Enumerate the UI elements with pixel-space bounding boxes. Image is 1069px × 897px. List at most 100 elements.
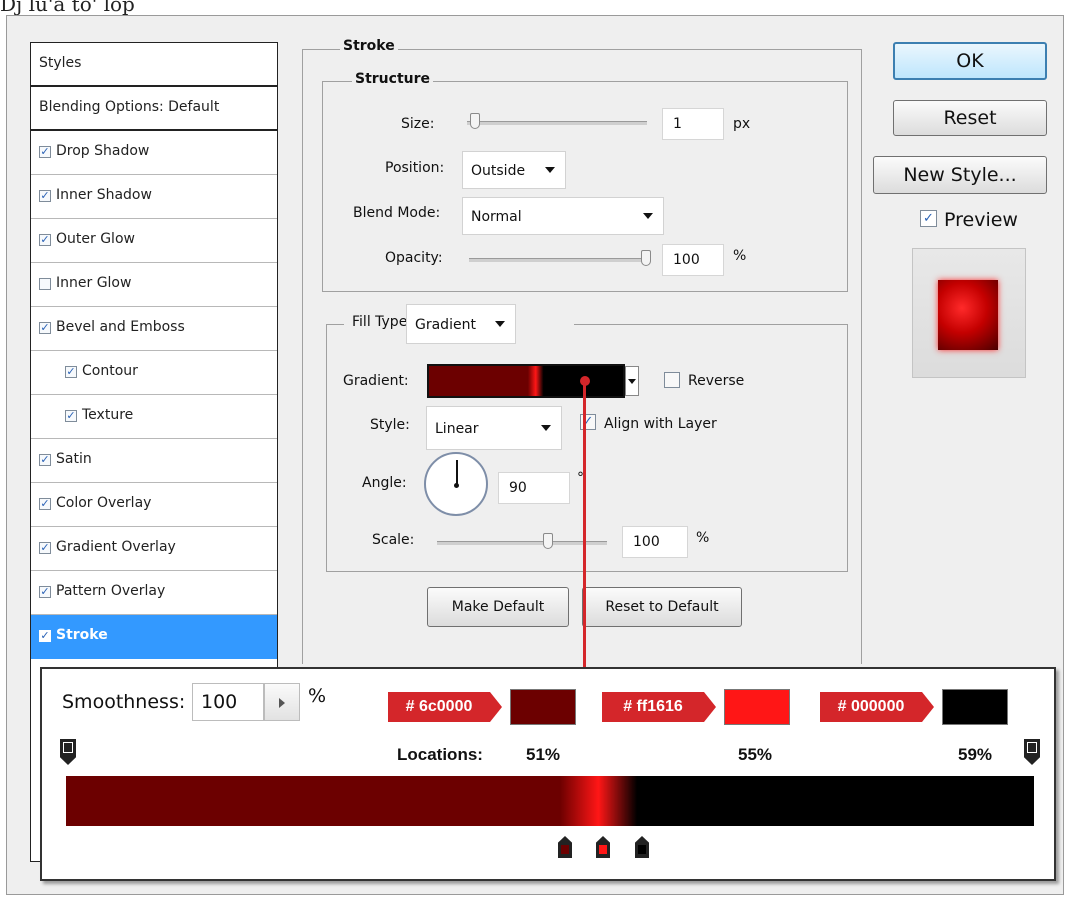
- preview-checkbox[interactable]: ✓: [920, 210, 937, 227]
- preview-label: Preview: [944, 209, 1018, 231]
- blending-options-item[interactable]: Blending Options: Default: [31, 87, 277, 131]
- style-item-label: Contour: [82, 363, 138, 379]
- reset-button[interactable]: Reset: [893, 100, 1047, 136]
- ok-button[interactable]: OK: [893, 42, 1047, 80]
- style-item-stroke[interactable]: ✓ Stroke: [31, 615, 277, 659]
- style-item-checkbox[interactable]: ✓: [39, 542, 51, 554]
- style-value: Linear: [435, 421, 479, 437]
- style-item-label: Inner Glow: [56, 275, 132, 291]
- gradient-label: Gradient:: [343, 373, 409, 389]
- style-item-checkbox[interactable]: ✓: [39, 454, 51, 466]
- chevron-down-icon: [541, 425, 551, 431]
- scale-unit: %: [696, 530, 710, 546]
- gradient-preview[interactable]: [427, 364, 625, 398]
- style-item-checkbox[interactable]: ✓: [39, 322, 51, 334]
- style-preview: [912, 248, 1026, 378]
- gradient-bar[interactable]: [66, 776, 1034, 826]
- style-item-label: Stroke: [56, 627, 108, 643]
- style-item-label: Color Overlay: [56, 495, 152, 511]
- reverse-checkbox[interactable]: [664, 372, 680, 388]
- styles-header-label: Styles: [39, 55, 82, 71]
- color-stop-2[interactable]: [596, 836, 610, 858]
- angle-label: Angle:: [362, 475, 407, 491]
- position-value: Outside: [471, 163, 526, 179]
- chevron-down-icon: [495, 321, 505, 327]
- opacity-stop-right[interactable]: [1024, 739, 1040, 765]
- size-input[interactable]: 1: [662, 108, 724, 140]
- opacity-slider-thumb[interactable]: [641, 250, 651, 266]
- scale-slider-track[interactable]: [437, 541, 607, 545]
- style-item-contour[interactable]: ✓ Contour: [31, 351, 277, 395]
- smoothness-unit: %: [308, 685, 327, 707]
- style-item-checkbox[interactable]: ✓: [39, 498, 51, 510]
- style-item-checkbox[interactable]: ✓: [39, 234, 51, 246]
- style-item-label: Pattern Overlay: [56, 583, 166, 599]
- style-item-satin[interactable]: ✓ Satin: [31, 439, 277, 483]
- style-item-label: Satin: [56, 451, 92, 467]
- style-item-checkbox[interactable]: ✓: [39, 190, 51, 202]
- opacity-stop-left[interactable]: [60, 739, 76, 765]
- gradient-editor: Smoothness: 100 % # 6c0000 # ff1616 # 00…: [40, 667, 1056, 881]
- style-item-color-overlay[interactable]: ✓ Color Overlay: [31, 483, 277, 527]
- style-item-checkbox[interactable]: ✓: [65, 410, 77, 422]
- style-item-bevel-and-emboss[interactable]: ✓ Bevel and Emboss: [31, 307, 277, 351]
- opacity-input[interactable]: 100: [662, 244, 724, 276]
- size-slider-thumb[interactable]: [470, 113, 481, 129]
- angle-input[interactable]: 90: [498, 472, 570, 504]
- scale-input[interactable]: 100: [622, 526, 688, 558]
- style-item-checkbox[interactable]: ✓: [39, 586, 51, 598]
- fill-type-select[interactable]: Gradient: [406, 304, 516, 344]
- smoothness-input[interactable]: 100: [192, 683, 264, 721]
- style-item-inner-glow[interactable]: Inner Glow: [31, 263, 277, 307]
- style-item-checkbox[interactable]: [39, 278, 51, 290]
- styles-header[interactable]: Styles: [31, 43, 277, 87]
- align-with-layer-label: Align with Layer: [604, 416, 717, 432]
- angle-dial[interactable]: [424, 452, 488, 516]
- gradient-dropdown[interactable]: [625, 366, 639, 396]
- style-item-gradient-overlay[interactable]: ✓ Gradient Overlay: [31, 527, 277, 571]
- opacity-unit: %: [733, 248, 747, 264]
- structure-title: Structure: [352, 71, 434, 87]
- preview-swatch: [938, 280, 998, 350]
- scale-slider-thumb[interactable]: [542, 533, 553, 549]
- chevron-down-icon: [628, 379, 636, 384]
- style-select[interactable]: Linear: [426, 406, 562, 450]
- position-select[interactable]: Outside: [462, 151, 566, 189]
- style-item-checkbox[interactable]: ✓: [39, 630, 51, 642]
- opacity-label: Opacity:: [385, 250, 443, 266]
- style-item-checkbox[interactable]: ✓: [65, 366, 77, 378]
- chevron-right-icon: [279, 698, 285, 708]
- scale-label: Scale:: [372, 532, 415, 548]
- opacity-slider-track[interactable]: [469, 258, 651, 262]
- style-item-inner-shadow[interactable]: ✓ Inner Shadow: [31, 175, 277, 219]
- style-item-texture[interactable]: ✓ Texture: [31, 395, 277, 439]
- fill-type-value: Gradient: [415, 317, 476, 333]
- background-text: Dj lu'a to' lop: [0, 0, 135, 16]
- fill-type-label: Fill Type:: [352, 314, 413, 330]
- stop-1-swatch: [510, 689, 576, 725]
- make-default-button[interactable]: Make Default: [427, 587, 569, 627]
- style-item-outer-glow[interactable]: ✓ Outer Glow: [31, 219, 277, 263]
- style-item-checkbox[interactable]: ✓: [39, 146, 51, 158]
- smoothness-stepper[interactable]: [264, 683, 300, 721]
- reset-to-default-button[interactable]: Reset to Default: [582, 587, 742, 627]
- style-item-label: Inner Shadow: [56, 187, 152, 203]
- color-stop-1[interactable]: [558, 836, 572, 858]
- stop-3-location: 59%: [958, 745, 993, 764]
- size-unit: px: [733, 116, 751, 132]
- size-slider-track[interactable]: [467, 121, 647, 125]
- style-item-pattern-overlay[interactable]: ✓ Pattern Overlay: [31, 571, 277, 615]
- blend-mode-value: Normal: [471, 209, 522, 225]
- stop-3-hex-tag: # 000000: [820, 692, 934, 722]
- new-style-button[interactable]: New Style...: [873, 156, 1047, 194]
- blend-mode-label: Blend Mode:: [353, 205, 441, 221]
- style-item-drop-shadow[interactable]: ✓ Drop Shadow: [31, 131, 277, 175]
- blend-mode-select[interactable]: Normal: [462, 197, 664, 235]
- fill-type-legend: Fill Type: Gradient: [344, 304, 574, 346]
- angle-center-dot: [454, 483, 459, 488]
- style-item-label: Texture: [82, 407, 134, 423]
- stop-1-location: 51%: [526, 745, 561, 764]
- color-stop-3[interactable]: [635, 836, 649, 858]
- reverse-label: Reverse: [688, 373, 745, 389]
- stop-2-location: 55%: [738, 745, 773, 764]
